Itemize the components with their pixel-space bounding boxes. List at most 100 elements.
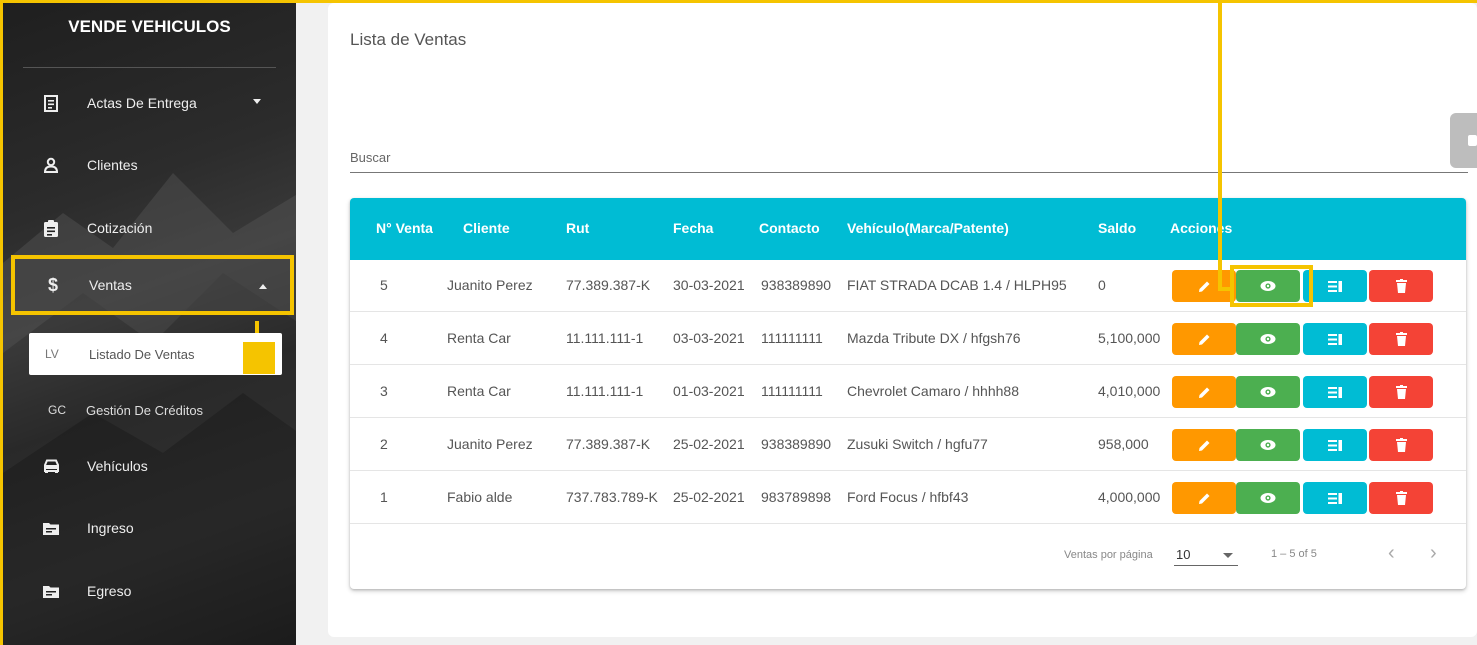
pencil-icon <box>1198 439 1211 452</box>
page-title: Lista de Ventas <box>350 30 467 49</box>
person-icon <box>41 157 61 173</box>
pencil-icon <box>1198 492 1211 505</box>
cell-saldo: 0 <box>1098 277 1106 293</box>
cell-vehiculo: Chevrolet Camaro / hhhh88 <box>847 383 1019 399</box>
header-rut[interactable]: Rut <box>566 220 589 236</box>
list-icon <box>1328 439 1342 451</box>
rows-per-page-select[interactable]: 10 <box>1176 547 1190 562</box>
search-input[interactable]: Buscar <box>350 150 390 165</box>
view-button[interactable] <box>1236 323 1300 355</box>
edit-button[interactable] <box>1172 429 1236 461</box>
document-icon <box>41 94 61 112</box>
page-range: 1 – 5 of 5 <box>1271 548 1317 560</box>
sidebar-item-ventas[interactable]: $ Ventas <box>11 255 294 315</box>
view-button[interactable] <box>1236 482 1300 514</box>
chevron-up-icon <box>259 284 267 289</box>
sidebar-item-label: Vehículos <box>87 458 148 474</box>
sidebar-item-ingreso[interactable]: Ingreso <box>3 506 293 550</box>
selection-marker <box>243 342 275 374</box>
cell-fecha: 03-03-2021 <box>673 330 745 346</box>
cell-contacto: 111111111 <box>761 330 823 346</box>
table-row: 4 Renta Car 11.111.111-1 03-03-2021 11111111… <box>350 313 1466 365</box>
view-button[interactable] <box>1236 429 1300 461</box>
details-button[interactable] <box>1303 323 1367 355</box>
cell-vehiculo: FIAT STRADA DCAB 1.4 / HLPH95 <box>847 277 1067 293</box>
cell-rut: 11.111.111-1 <box>566 330 644 346</box>
header-num[interactable]: N° Venta <box>376 220 433 236</box>
details-button[interactable] <box>1303 429 1367 461</box>
sidebar-item-cotizacion[interactable]: Cotización <box>3 206 293 250</box>
rows-per-page-label: Ventas por página <box>1064 549 1153 561</box>
delete-button[interactable] <box>1369 270 1433 302</box>
sidebar-item-clientes[interactable]: Clientes <box>3 143 293 187</box>
highlight-box-view-button <box>1230 265 1313 307</box>
subitem-abbr: LV <box>45 347 59 361</box>
delete-button[interactable] <box>1369 429 1433 461</box>
table-header: N° Venta Cliente Rut Fecha Contacto Vehí… <box>350 198 1466 260</box>
sales-table: N° Venta Cliente Rut Fecha Contacto Vehí… <box>350 198 1466 589</box>
subitem-abbr: GC <box>48 403 66 417</box>
cell-vehiculo: Ford Focus / hfbf43 <box>847 489 969 505</box>
table-row: 1 Fabio alde 737.783.789-K 25-02-2021 983789… <box>350 472 1466 524</box>
eye-icon <box>1260 386 1276 398</box>
table-row: 3 Renta Car 11.111.111-1 01-03-2021 11111111… <box>350 366 1466 418</box>
delete-button[interactable] <box>1369 376 1433 408</box>
sidebar-item-egreso[interactable]: Egreso <box>3 569 293 613</box>
details-button[interactable] <box>1303 482 1367 514</box>
brand-title: VENDE VEHICULOS <box>68 17 231 36</box>
sidebar: VENDE VEHICULOS Actas De Entrega Cliente… <box>0 0 296 645</box>
cell-saldo: 4,000,000 <box>1098 489 1161 505</box>
details-button[interactable] <box>1303 376 1367 408</box>
delete-button[interactable] <box>1369 323 1433 355</box>
cell-cliente: Juanito Perez <box>447 277 533 293</box>
cell-num: 1 <box>380 489 388 505</box>
prev-page-button[interactable]: ‹ <box>1388 542 1395 565</box>
cell-cliente: Renta Car <box>447 330 511 346</box>
cell-saldo: 4,010,000 <box>1098 383 1161 399</box>
next-page-button[interactable]: › <box>1430 542 1437 565</box>
cell-fecha: 25-02-2021 <box>673 436 745 452</box>
sidebar-item-label: Cotización <box>87 220 153 236</box>
sidebar-item-actas[interactable]: Actas De Entrega <box>3 81 293 125</box>
cell-contacto: 111111111 <box>761 383 823 399</box>
cell-contacto: 938389890 <box>761 436 832 452</box>
eye-icon <box>1260 439 1276 451</box>
brand-divider <box>23 67 276 68</box>
delete-button[interactable] <box>1369 482 1433 514</box>
view-button[interactable] <box>1236 376 1300 408</box>
edit-button[interactable] <box>1172 270 1236 302</box>
sidebar-item-vehiculos[interactable]: Vehículos <box>3 444 293 488</box>
folder-icon <box>41 585 61 598</box>
subitem-gestion-creditos[interactable]: GC Gestión De Créditos <box>3 389 293 431</box>
highlight-pointer-line <box>1218 0 1222 290</box>
header-vehiculo[interactable]: Vehículo(Marca/Patente) <box>847 220 1009 236</box>
header-cliente[interactable]: Cliente <box>463 220 510 236</box>
cell-cliente: Renta Car <box>447 383 511 399</box>
pencil-icon <box>1198 333 1211 346</box>
cell-num: 5 <box>380 277 388 293</box>
folder-icon <box>41 522 61 535</box>
header-contacto[interactable]: Contacto <box>759 220 820 236</box>
header-saldo[interactable]: Saldo <box>1098 220 1136 236</box>
trash-icon <box>1395 438 1407 452</box>
subitem-label: Gestión De Créditos <box>86 402 204 418</box>
cell-saldo: 5,100,000 <box>1098 330 1161 346</box>
subitem-label: Listado De Ventas <box>89 346 195 362</box>
cell-rut: 77.389.387-K <box>566 277 651 293</box>
edit-button[interactable] <box>1172 482 1236 514</box>
chevron-down-icon[interactable] <box>1223 553 1233 558</box>
eye-icon <box>1260 333 1276 345</box>
list-icon <box>1328 492 1342 504</box>
cell-rut: 11.111.111-1 <box>566 383 644 399</box>
cell-rut: 77.389.387-K <box>566 436 651 452</box>
edit-button[interactable] <box>1172 323 1236 355</box>
header-fecha[interactable]: Fecha <box>673 220 713 236</box>
pencil-icon <box>1198 280 1211 293</box>
sidebar-item-label: Actas De Entrega <box>87 95 197 111</box>
sidebar-item-label: Clientes <box>87 157 138 173</box>
edit-button[interactable] <box>1172 376 1236 408</box>
settings-tab[interactable] <box>1450 113 1477 168</box>
select-underline <box>1174 565 1238 566</box>
dollar-icon: $ <box>47 274 58 295</box>
sidebar-item-label: Egreso <box>87 583 132 599</box>
